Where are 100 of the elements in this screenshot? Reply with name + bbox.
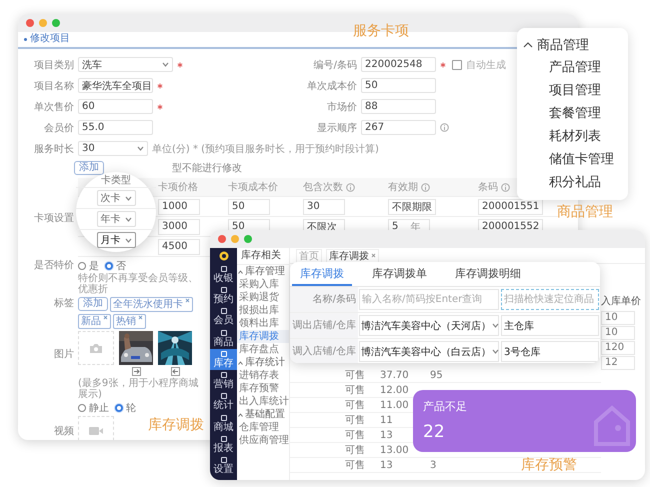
logo-icon — [218, 251, 228, 261]
subnav-group[interactable]: 库存统计 — [237, 356, 289, 369]
input-field[interactable]: 3号仓库 — [501, 341, 599, 362]
tab[interactable]: 库存调拨单 — [364, 262, 435, 286]
field-label: 调入店铺/仓库 — [290, 339, 358, 363]
input-field[interactable]: 88 — [361, 99, 436, 114]
input-field[interactable]: 主仓库 — [501, 315, 599, 336]
subnav-item[interactable]: 采购退货 — [237, 291, 289, 304]
table-input[interactable]: 4500 — [158, 238, 200, 254]
search-field[interactable]: 输入名称/简码按Enter查询 — [359, 289, 499, 310]
radio-button[interactable] — [78, 404, 86, 412]
radio-button[interactable] — [78, 262, 86, 270]
table-input[interactable]: 120 — [601, 340, 635, 354]
close-icon[interactable] — [371, 253, 376, 258]
sidebar-item[interactable]: 预约 — [210, 285, 237, 307]
subnav-item[interactable]: 采购入库 — [237, 278, 289, 291]
table-input[interactable]: 3000 — [158, 218, 200, 234]
subnav-group[interactable]: 库存管理 — [237, 265, 289, 278]
subnav-item[interactable]: 库存盘点 — [237, 343, 289, 356]
subnav-item[interactable]: 库存调拨 — [237, 330, 289, 343]
sidebar-item[interactable]: 会员 — [210, 306, 237, 328]
select-field[interactable]: 年卡 — [96, 211, 136, 227]
move-left-icon[interactable] — [170, 367, 180, 376]
select-field[interactable]: 洗车 — [78, 57, 173, 72]
sidebar-item[interactable]: 库存 — [210, 349, 237, 370]
sidebar-item[interactable]: 营销 — [210, 370, 237, 392]
info-icon — [440, 123, 449, 132]
table-input[interactable]: 12 — [601, 356, 635, 370]
input-field[interactable]: 50 — [361, 78, 436, 93]
sidebar-item[interactable]: 商品 — [210, 328, 237, 350]
table-cell: 可售 — [345, 400, 365, 411]
sidebar-item[interactable]: 统计 — [210, 392, 237, 414]
subnav-item[interactable]: 领料出库 — [237, 317, 289, 330]
subnav-item[interactable]: 库存预警 — [237, 382, 289, 395]
select-field[interactable]: 博洁汽车美容中心（白云店） — [359, 341, 499, 362]
radio-button[interactable] — [115, 404, 123, 412]
subnav-item[interactable]: 进销存表 — [237, 369, 289, 382]
table-input[interactable]: 不限期限 — [388, 198, 436, 214]
menu-item[interactable]: 耗材列表 — [517, 125, 628, 148]
input-field[interactable]: 60 — [78, 99, 153, 114]
field-label: 编号/条码 — [312, 58, 357, 72]
menu-header[interactable]: 商品管理 — [517, 34, 628, 56]
add-button[interactable]: 添加 — [74, 161, 104, 175]
menu-item[interactable]: 项目管理 — [517, 79, 628, 102]
close-icon[interactable] — [138, 315, 143, 320]
maximize-button[interactable] — [244, 235, 252, 243]
upload-box[interactable] — [78, 331, 114, 365]
subnav-group[interactable]: 基础配置 — [237, 408, 289, 421]
tag[interactable]: 热销 — [113, 314, 146, 329]
add-button[interactable]: 添加 — [78, 297, 108, 311]
column-header: 卡项价格 — [158, 180, 198, 194]
input-field[interactable]: 267 — [361, 120, 436, 135]
maximize-button[interactable] — [52, 19, 60, 27]
sidebar-item[interactable]: 收银 — [210, 264, 237, 286]
menu-item[interactable]: 套餐管理 — [517, 102, 628, 125]
minimize-button[interactable] — [231, 235, 239, 243]
scan-field[interactable]: 扫描枪快速定位商品 — [501, 289, 599, 310]
tab[interactable]: 库存调拨明细 — [447, 262, 529, 286]
caret-icon — [137, 146, 144, 151]
select-field[interactable]: 博洁汽车美容中心（天河店） — [359, 315, 499, 336]
radio-button[interactable] — [105, 262, 113, 270]
caret-icon — [124, 216, 132, 222]
field-label: 标签 — [53, 297, 74, 311]
subnav-item[interactable]: 报损出库 — [237, 304, 289, 317]
table-input[interactable]: 10 — [601, 326, 635, 340]
subnav-item[interactable]: 仓库管理 — [237, 421, 289, 434]
table-input[interactable]: 10 — [601, 310, 635, 324]
table-input[interactable]: 30 — [303, 198, 345, 214]
close-icon[interactable] — [103, 315, 108, 320]
upload-box[interactable] — [78, 416, 114, 440]
close-button[interactable] — [26, 19, 34, 27]
section-caption: 库存预警 — [521, 456, 577, 474]
checkbox[interactable] — [452, 60, 462, 70]
select-field[interactable]: 次卡 — [96, 190, 136, 206]
menu-item[interactable]: 积分礼品 — [517, 171, 628, 194]
input-field[interactable]: 55.0 — [78, 120, 153, 135]
menu-item[interactable]: 储值卡管理 — [517, 148, 628, 171]
close-button[interactable] — [218, 235, 226, 243]
select-field[interactable]: 30 — [78, 141, 148, 156]
subnav-item[interactable]: 出入库统计 — [237, 395, 289, 408]
table-input[interactable]: 50 — [228, 198, 270, 214]
subnav-item[interactable]: 供应商管理 — [237, 434, 289, 447]
sidebar-item[interactable]: 设置 — [210, 456, 237, 477]
input-field[interactable]: 豪华洗车全项目 — [78, 78, 153, 93]
input-field[interactable]: 220002548 — [361, 57, 436, 72]
sidebar-item[interactable]: 商城 — [210, 413, 237, 434]
caret-up-icon — [523, 42, 533, 48]
alert-title: 产品不足 — [423, 400, 468, 414]
move-right-icon[interactable] — [132, 367, 140, 376]
section-caption: 服务卡项 — [353, 22, 409, 40]
select-field[interactable]: 月卡 — [96, 232, 136, 248]
close-icon[interactable] — [185, 298, 190, 303]
table-input[interactable]: 1000 — [158, 198, 200, 214]
sidebar-item[interactable]: 报表 — [210, 434, 237, 456]
table-cell: 13 — [380, 430, 393, 440]
hint-text: 特价则不再享受会员等级、优惠折 — [78, 273, 199, 295]
minimize-button[interactable] — [39, 19, 47, 27]
table-cell: 37.70 — [380, 370, 409, 380]
checkbox-label: 自动生成 — [466, 58, 506, 72]
menu-item[interactable]: 产品管理 — [517, 56, 628, 79]
